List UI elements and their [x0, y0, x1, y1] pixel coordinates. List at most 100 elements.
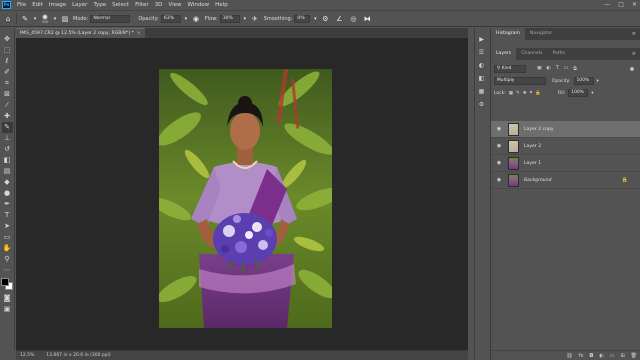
- layer-row[interactable]: ◉ Layer 1: [491, 155, 640, 172]
- more-tools-icon[interactable]: ⋯: [2, 265, 13, 276]
- eye-icon[interactable]: ◉: [495, 143, 503, 149]
- symmetry-icon[interactable]: ⧓: [362, 14, 372, 24]
- menu-image[interactable]: Image: [46, 2, 69, 8]
- color-icon[interactable]: ◧: [477, 74, 486, 83]
- gear-icon[interactable]: ⚙: [320, 14, 330, 24]
- smoothing-field[interactable]: 0%: [294, 14, 311, 23]
- maximize-button[interactable]: □: [618, 1, 624, 8]
- eyedropper-tool-icon[interactable]: ⁄: [2, 100, 13, 111]
- dodge-tool-icon[interactable]: ●: [2, 188, 13, 199]
- tab-channels[interactable]: Channels: [516, 48, 547, 60]
- airbrush-icon[interactable]: ✈: [250, 14, 260, 24]
- quick-select-tool-icon[interactable]: ✐: [2, 67, 13, 78]
- opacity-field[interactable]: 63%: [160, 14, 181, 23]
- eye-icon[interactable]: ◉: [495, 177, 503, 183]
- lasso-tool-icon[interactable]: ℓ: [2, 56, 13, 67]
- menu-edit[interactable]: Edit: [29, 2, 46, 8]
- actions-icon[interactable]: ☰: [477, 48, 486, 57]
- blur-tool-icon[interactable]: ◆: [2, 177, 13, 188]
- menu-filter[interactable]: Filter: [132, 2, 152, 8]
- chevron-down-icon[interactable]: ▾: [240, 14, 250, 24]
- move-tool-icon[interactable]: ✥: [2, 34, 13, 45]
- document-info[interactable]: 13.667 in x 20.6 in (300 ppi): [46, 351, 110, 360]
- pressure-opacity-icon[interactable]: ◉: [191, 14, 201, 24]
- chevron-down-icon[interactable]: ▾: [30, 14, 40, 24]
- new-group-icon[interactable]: ▭: [610, 353, 615, 359]
- pen-tool-icon[interactable]: ✒: [2, 199, 13, 210]
- lock-artboard-icon[interactable]: ⌗: [530, 90, 533, 96]
- zoom-tool-icon[interactable]: ⚲: [2, 254, 13, 265]
- crop-tool-icon[interactable]: ⌗: [2, 78, 13, 89]
- minimize-button[interactable]: —: [604, 1, 610, 8]
- eraser-tool-icon[interactable]: ◧: [2, 155, 13, 166]
- chevron-down-icon[interactable]: ▾: [310, 14, 320, 24]
- history-brush-tool-icon[interactable]: ↺: [2, 144, 13, 155]
- color-swatches[interactable]: [1, 278, 13, 290]
- smart-object-filter-icon[interactable]: ⧉: [573, 66, 576, 72]
- rectangle-tool-icon[interactable]: ▭: [2, 232, 13, 243]
- layer-kind-filter[interactable]: ⚲ Kind: [494, 65, 526, 73]
- brush-tool-icon[interactable]: ✎: [1, 122, 13, 133]
- eye-icon[interactable]: ◉: [495, 126, 503, 132]
- quick-mask-icon[interactable]: ◙: [2, 293, 13, 304]
- lock-all-icon[interactable]: 🔒: [535, 91, 541, 96]
- menu-file[interactable]: File: [14, 2, 29, 8]
- adjustments-icon[interactable]: ◐: [477, 61, 486, 70]
- adjustment-filter-icon[interactable]: ◐: [547, 66, 551, 72]
- screen-mode-icon[interactable]: ▣: [2, 304, 13, 315]
- swatches-icon[interactable]: ▦: [477, 87, 486, 96]
- menu-help[interactable]: Help: [212, 2, 231, 8]
- frame-tool-icon[interactable]: ⊠: [2, 89, 13, 100]
- healing-brush-tool-icon[interactable]: ✚: [2, 111, 13, 122]
- chevron-down-icon[interactable]: ▾: [181, 14, 191, 24]
- tab-layers[interactable]: Layers: [491, 48, 517, 60]
- eye-icon[interactable]: ◉: [495, 160, 503, 166]
- lock-pixels-icon[interactable]: ▦: [509, 91, 513, 96]
- panel-menu-icon[interactable]: ≡: [632, 28, 636, 40]
- play-icon[interactable]: ▶: [477, 35, 486, 44]
- home-icon[interactable]: ⌂: [3, 14, 13, 24]
- document-image[interactable]: [159, 69, 332, 328]
- blend-mode-select[interactable]: Multiply: [494, 77, 546, 85]
- close-icon[interactable]: ×: [137, 29, 141, 38]
- brush-tool-icon[interactable]: ✎: [20, 14, 30, 24]
- angle-icon[interactable]: ∠: [334, 14, 344, 24]
- menu-view[interactable]: View: [165, 2, 184, 8]
- tab-histogram[interactable]: Histogram: [491, 28, 525, 40]
- mode-select[interactable]: Normal: [90, 14, 131, 23]
- layer-row[interactable]: ◉ Layer 2 copy: [491, 121, 640, 138]
- layer-row[interactable]: ◉ Background 🔒: [491, 172, 640, 189]
- layer-fill-field[interactable]: 100%: [568, 89, 589, 97]
- pressure-size-icon[interactable]: ◎: [348, 14, 358, 24]
- layer-opacity-field[interactable]: 100%: [573, 77, 594, 85]
- path-selection-tool-icon[interactable]: ➤: [2, 221, 13, 232]
- clone-stamp-tool-icon[interactable]: ⊥: [2, 133, 13, 144]
- pixel-filter-icon[interactable]: ▣: [537, 66, 542, 72]
- trash-icon[interactable]: 🗑: [631, 353, 637, 359]
- chevron-down-icon[interactable]: ▾: [591, 91, 593, 96]
- lock-paint-icon[interactable]: ✎: [516, 91, 520, 96]
- document-tab[interactable]: IMG_4597.CR2 @ 12.5% (Layer 2 copy, RGB/…: [16, 28, 145, 38]
- new-layer-icon[interactable]: ⊞: [620, 353, 624, 359]
- properties-icon[interactable]: ⚙: [477, 100, 486, 109]
- chevron-down-icon[interactable]: ▾: [50, 14, 60, 24]
- gradient-tool-icon[interactable]: ▤: [2, 166, 13, 177]
- marquee-tool-icon[interactable]: ⬚: [2, 45, 13, 56]
- zoom-level[interactable]: 12.5%: [20, 351, 34, 360]
- type-tool-icon[interactable]: T: [2, 210, 13, 221]
- hand-tool-icon[interactable]: ✋: [2, 243, 13, 254]
- shape-filter-icon[interactable]: ▭: [564, 66, 569, 72]
- lock-position-icon[interactable]: ✥: [523, 91, 527, 96]
- tab-navigator[interactable]: Navigator: [525, 28, 557, 40]
- layer-row[interactable]: ◉ Layer 2: [491, 138, 640, 155]
- menu-select[interactable]: Select: [109, 2, 132, 8]
- panel-menu-icon[interactable]: ≡: [632, 48, 636, 60]
- canvas-area[interactable]: [16, 38, 468, 350]
- close-button[interactable]: ✕: [632, 1, 637, 8]
- menu-window[interactable]: Window: [184, 2, 212, 8]
- brush-preset-picker[interactable]: 300: [40, 13, 50, 24]
- add-mask-icon[interactable]: ◘: [589, 353, 593, 359]
- type-filter-icon[interactable]: T: [556, 66, 559, 72]
- chevron-down-icon[interactable]: ▾: [597, 79, 599, 84]
- link-layers-icon[interactable]: ⛓: [566, 353, 572, 359]
